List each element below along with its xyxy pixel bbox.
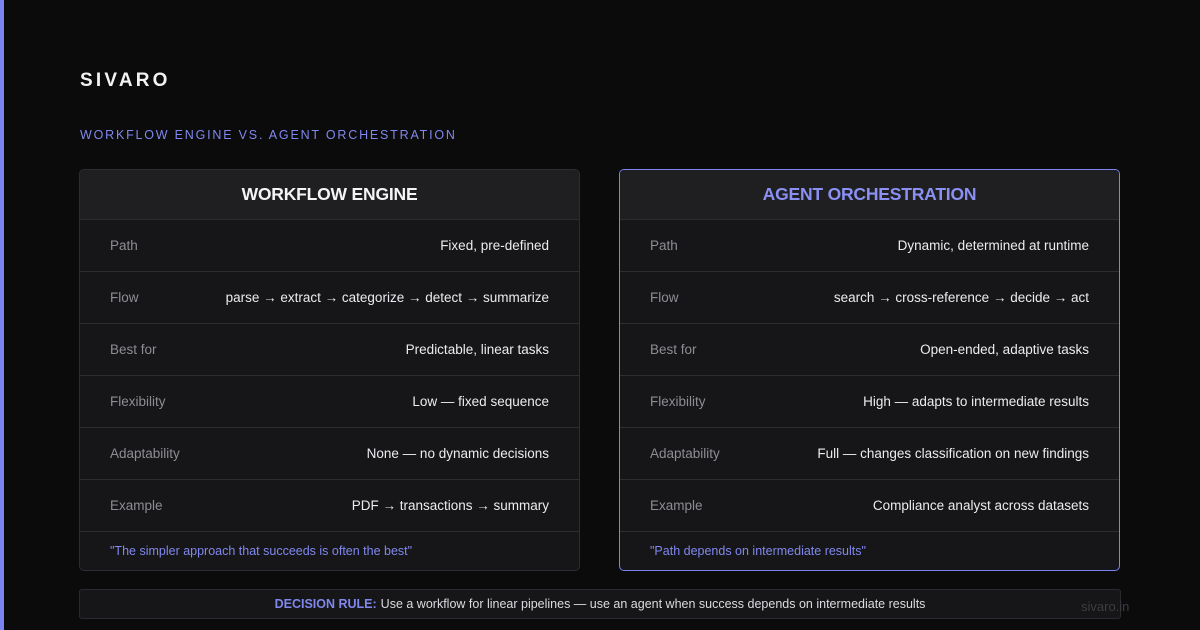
- table-row: Best for Predictable, linear tasks: [80, 324, 579, 376]
- brand-logo: SIVARO: [80, 70, 171, 91]
- row-label: Best for: [650, 342, 697, 357]
- decision-rule-text: Use a workflow for linear pipelines — us…: [380, 597, 926, 611]
- row-value: parse → extract → categorize → detect → …: [225, 290, 549, 305]
- row-label: Path: [650, 238, 678, 253]
- row-label: Adaptability: [650, 446, 720, 461]
- table-row: Example PDF → transactions → summary: [80, 480, 579, 532]
- row-value: Low — fixed sequence: [412, 394, 549, 409]
- row-value: PDF → transactions → summary: [351, 498, 549, 513]
- table-row: Adaptability Full — changes classificatio…: [620, 428, 1119, 480]
- accent-bar: [0, 0, 4, 630]
- row-value: Dynamic, determined at runtime: [897, 238, 1089, 253]
- row-value: High — adapts to intermediate results: [863, 394, 1089, 409]
- table-row: Flow parse → extract → categorize → detec…: [80, 272, 579, 324]
- row-value: Compliance analyst across datasets: [872, 498, 1089, 513]
- row-value: search → cross-reference → decide → act: [833, 290, 1089, 305]
- card-title: AGENT ORCHESTRATION: [620, 170, 1119, 220]
- row-label: Flexibility: [110, 394, 166, 409]
- decision-rule-banner: DECISION RULE: Use a workflow for linear…: [79, 589, 1121, 619]
- row-value: None — no dynamic decisions: [366, 446, 549, 461]
- footer-url: sivaro.in: [1081, 599, 1130, 614]
- workflow-engine-card: WORKFLOW ENGINE Path Fixed, pre-defined F…: [79, 169, 580, 571]
- row-label: Flexibility: [650, 394, 706, 409]
- card-quote: "Path depends on intermediate results": [650, 544, 866, 558]
- table-row: Path Fixed, pre-defined: [80, 220, 579, 272]
- row-value: Open-ended, adaptive tasks: [920, 342, 1089, 357]
- decision-rule-label: DECISION RULE:: [274, 597, 377, 611]
- agent-orchestration-card: AGENT ORCHESTRATION Path Dynamic, determi…: [619, 169, 1120, 571]
- table-row: Example Compliance analyst across dataset…: [620, 480, 1119, 532]
- row-label: Best for: [110, 342, 157, 357]
- card-title: WORKFLOW ENGINE: [80, 170, 579, 220]
- row-label: Adaptability: [110, 446, 180, 461]
- row-label: Example: [650, 498, 703, 513]
- table-row: Path Dynamic, determined at runtime: [620, 220, 1119, 272]
- row-value: Predictable, linear tasks: [405, 342, 549, 357]
- row-value: Full — changes classification on new fin…: [817, 446, 1089, 461]
- table-row: Best for Open-ended, adaptive tasks: [620, 324, 1119, 376]
- table-row: Flow search → cross-reference → decide → …: [620, 272, 1119, 324]
- table-row: Adaptability None — no dynamic decisions: [80, 428, 579, 480]
- row-value: Fixed, pre-defined: [440, 238, 549, 253]
- row-label: Path: [110, 238, 138, 253]
- row-label: Flow: [110, 290, 139, 305]
- row-label: Example: [110, 498, 163, 513]
- table-row: Flexibility Low — fixed sequence: [80, 376, 579, 428]
- row-label: Flow: [650, 290, 679, 305]
- page-subtitle: WORKFLOW ENGINE VS. AGENT ORCHESTRATION: [80, 128, 457, 142]
- card-quote: "The simpler approach that succeeds is o…: [110, 544, 413, 558]
- table-row: Flexibility High — adapts to intermediate…: [620, 376, 1119, 428]
